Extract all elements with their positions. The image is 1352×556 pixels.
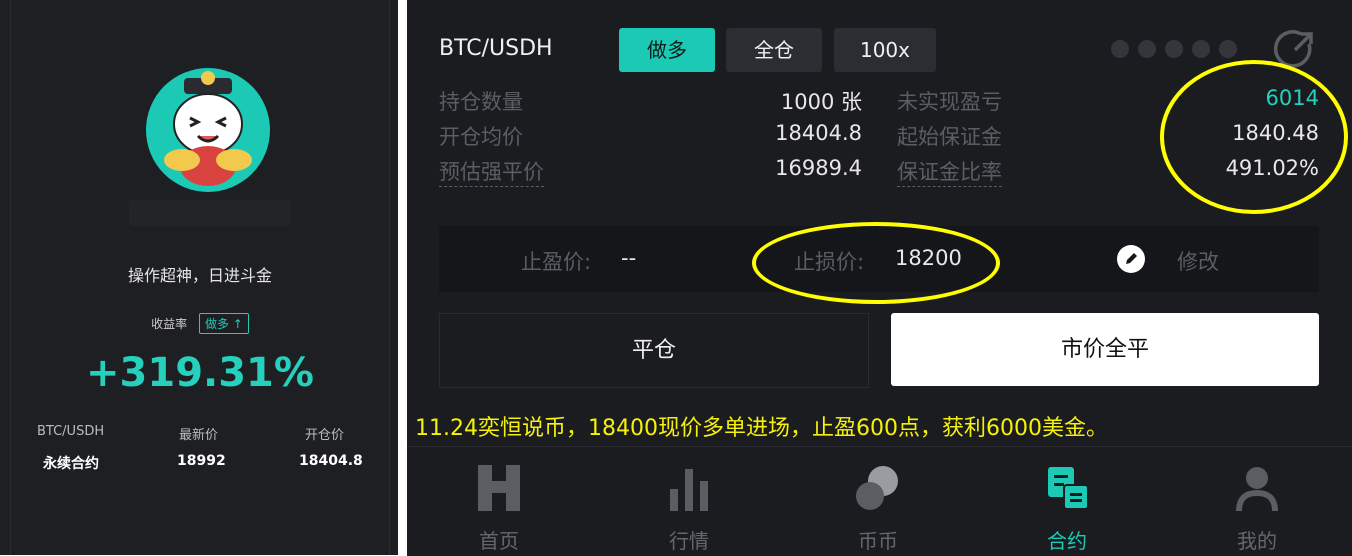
contract-icon	[1048, 467, 1089, 510]
user-icon	[1236, 467, 1278, 512]
home-h-icon	[478, 465, 520, 511]
coins-icon	[856, 466, 898, 510]
liq-price-value: 16989.4	[775, 156, 862, 180]
market-close-all-button[interactable]: 市价全平	[891, 313, 1319, 386]
annotation-circle-pnl	[1160, 60, 1348, 214]
nav-spot[interactable]: 币币	[808, 447, 948, 556]
nav-profile[interactable]: 我的	[1187, 447, 1327, 556]
entry-price-label: 开仓均价	[439, 125, 523, 149]
qty-label: 持仓数量	[439, 90, 523, 114]
stat-pair-label: BTC/USDH	[37, 424, 105, 439]
username-blurred	[129, 200, 291, 226]
stat-open-label: 开仓价	[305, 428, 345, 443]
tiger-mascot-avatar	[146, 68, 270, 192]
nav-home[interactable]: 首页	[429, 447, 569, 556]
nav-spot-label: 币币	[858, 529, 898, 553]
yield-label-row: 收益率 做多 ↑	[11, 313, 389, 334]
nav-profile-label: 我的	[1237, 529, 1277, 553]
margin-ratio-label[interactable]: 保证金比率	[897, 156, 1002, 187]
stat-open-value: 18404.8	[299, 453, 363, 469]
yield-label: 收益率	[151, 317, 188, 331]
panel-divider	[398, 0, 407, 555]
side-tag: 做多	[619, 28, 715, 72]
position-pair: BTC/USDH	[439, 36, 553, 61]
share-card-panel: 操作超神，日进斗金 收益率 做多 ↑ +319.31% BTC/USDH 最新价…	[0, 0, 398, 555]
unrealized-pnl-label: 未实现盈亏	[897, 90, 1002, 114]
hidden-dots	[1111, 40, 1246, 62]
qty-value: 1000 张	[780, 90, 862, 114]
nav-market-label: 行情	[669, 529, 709, 553]
stat-pair-value: 永续合约	[43, 456, 99, 472]
bar-chart-icon	[670, 469, 708, 511]
direction-badge: 做多 ↑	[198, 313, 249, 334]
slogan-text: 操作超神，日进斗金	[127, 266, 272, 285]
nav-home-label: 首页	[479, 529, 519, 553]
entry-price-value: 18404.8	[775, 121, 862, 145]
close-position-button[interactable]: 平仓	[439, 313, 869, 388]
share-card: 操作超神，日进斗金 收益率 做多 ↑ +319.31% BTC/USDH 最新价…	[10, 0, 390, 555]
nav-contract-label: 合约	[1047, 529, 1087, 553]
nav-contract[interactable]: 合约	[997, 447, 1137, 556]
take-profit-value: --	[621, 246, 637, 270]
stat-last-label: 最新价	[179, 428, 219, 443]
bottom-nav: 首页 行情 币币 合约 我的	[407, 446, 1352, 556]
annotation-caption: 11.24奕恒说币，18400现价多单进场，止盈600点，获利6000美金。	[415, 416, 1108, 441]
nav-market[interactable]: 行情	[619, 447, 759, 556]
margin-mode-tag: 全仓	[726, 28, 822, 72]
liq-price-label[interactable]: 预估强平价	[439, 156, 544, 187]
initial-margin-label: 起始保证金	[897, 125, 1002, 149]
take-profit-label: 止盈价:	[521, 250, 592, 274]
annotation-circle-stoploss	[752, 222, 1000, 304]
edit-pencil-icon[interactable]	[1117, 245, 1145, 273]
edit-tpsl-button[interactable]: 修改	[1177, 246, 1219, 276]
yield-value: +319.31%	[86, 350, 314, 396]
leverage-tag: 100x	[834, 28, 936, 72]
stat-last-value: 18992	[177, 453, 226, 469]
